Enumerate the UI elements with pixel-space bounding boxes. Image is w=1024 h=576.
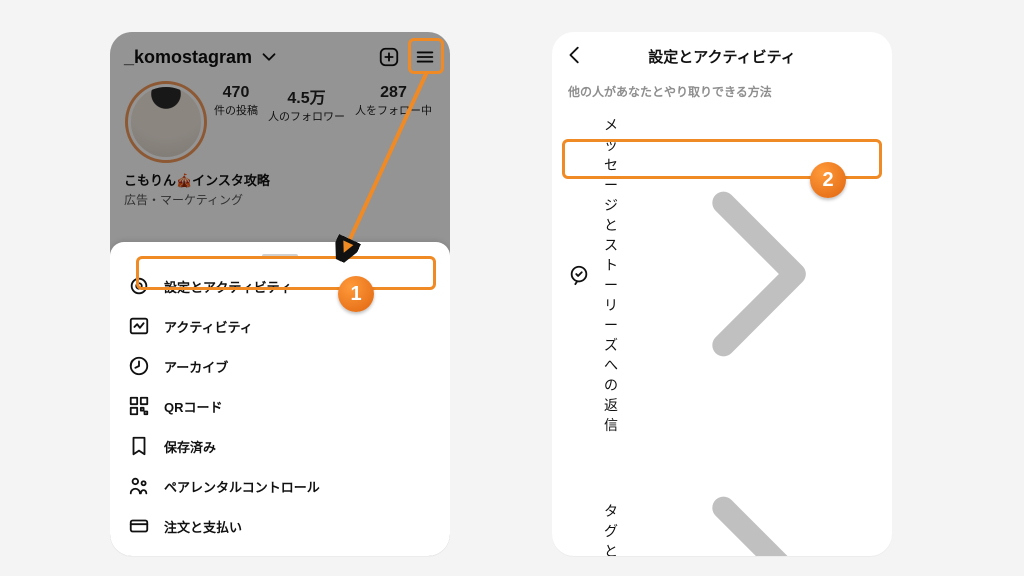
menu-item-meta[interactable]: Meta認証 xyxy=(124,546,436,556)
chevron-down-icon[interactable] xyxy=(258,46,280,68)
menu-item-label: アーカイブ xyxy=(164,357,432,376)
menu-item-settings[interactable]: 設定とアクティビティ xyxy=(124,266,436,306)
setting-label: メッセージとストーリーズへの返信 xyxy=(604,115,618,435)
saved-icon xyxy=(128,435,150,457)
create-icon[interactable] xyxy=(378,46,400,68)
menu-item-label: 設定とアクティビティ xyxy=(164,277,432,296)
sheet-grip[interactable] xyxy=(262,254,298,258)
stat-followers-l: 人のフォロワー xyxy=(268,108,345,124)
orders-icon xyxy=(128,515,150,537)
menu-item-label: 保存済み xyxy=(164,437,432,456)
canvas: _komostagram 470 件の投稿 4. xyxy=(0,0,1024,576)
stat-posts-n: 470 xyxy=(223,84,250,102)
archive-icon xyxy=(128,355,150,377)
stat-posts[interactable]: 470 件の投稿 xyxy=(214,84,258,160)
category: 広告・マーケティング xyxy=(124,191,436,208)
avatar[interactable] xyxy=(128,84,204,160)
settings-icon xyxy=(128,275,150,297)
profile-header: _komostagram xyxy=(124,46,436,68)
stat-followers[interactable]: 4.5万 人のフォロワー xyxy=(268,84,345,160)
qr-icon xyxy=(128,395,150,417)
menu-item-activity[interactable]: アクティビティ xyxy=(124,306,436,346)
settings-header: 設定とアクティビティ xyxy=(552,32,892,77)
chevron-right-icon xyxy=(632,457,876,556)
activity-icon xyxy=(128,315,150,337)
profile-stats-row: 470 件の投稿 4.5万 人のフォロワー 287 人をフォロー中 xyxy=(124,84,436,160)
stat-following-n: 287 xyxy=(380,84,407,102)
chevron-right-icon xyxy=(632,152,876,399)
profile-menu-sheet: 設定とアクティビティアクティビティアーカイブ QRコード保存済みペアレンタルコント… xyxy=(110,242,450,556)
menu-item-saved[interactable]: 保存済み xyxy=(124,426,436,466)
setting-tags[interactable]: タグとメンション xyxy=(552,446,892,556)
setting-messages[interactable]: メッセージとストーリーズへの返信 xyxy=(552,104,892,446)
messages-icon xyxy=(568,264,590,286)
stat-following-l: 人をフォロー中 xyxy=(355,102,432,118)
settings-title: 設定とアクティビティ xyxy=(648,46,795,67)
display-name: こもりん🎪インスタ攻略 xyxy=(124,170,436,189)
hamburger-menu-icon[interactable] xyxy=(414,46,436,68)
section-title-interaction: 他の人があなたとやり取りできる方法 xyxy=(552,77,892,104)
settings-list-interaction: メッセージとストーリーズへの返信タグとメンションコメントシェア・リミックス制限中… xyxy=(552,104,892,556)
setting-label: タグとメンション xyxy=(604,501,618,557)
stat-following[interactable]: 287 人をフォロー中 xyxy=(355,84,432,160)
phone-right: 設定とアクティビティ 他の人があなたとやり取りできる方法 メッセージとストーリー… xyxy=(552,32,892,556)
stat-followers-n: 4.5万 xyxy=(287,84,325,108)
stat-posts-l: 件の投稿 xyxy=(214,102,258,118)
menu-item-parental[interactable]: ペアレンタルコントロール xyxy=(124,466,436,506)
menu-item-label: QRコード xyxy=(164,397,432,416)
menu-item-orders[interactable]: 注文と支払い xyxy=(124,506,436,546)
menu-item-archive[interactable]: アーカイブ xyxy=(124,346,436,386)
back-button[interactable] xyxy=(564,44,586,66)
username[interactable]: _komostagram xyxy=(124,47,252,68)
phone-left: _komostagram 470 件の投稿 4. xyxy=(110,32,450,556)
parental-icon xyxy=(128,475,150,497)
profile-menu-list: 設定とアクティビティアクティビティアーカイブ QRコード保存済みペアレンタルコント… xyxy=(124,266,436,556)
menu-item-label: 注文と支払い xyxy=(164,517,432,536)
menu-item-label: ペアレンタルコントロール xyxy=(164,477,432,496)
menu-item-qr[interactable]: QRコード xyxy=(124,386,436,426)
meta-icon xyxy=(128,555,150,556)
menu-item-label: アクティビティ xyxy=(164,317,432,336)
